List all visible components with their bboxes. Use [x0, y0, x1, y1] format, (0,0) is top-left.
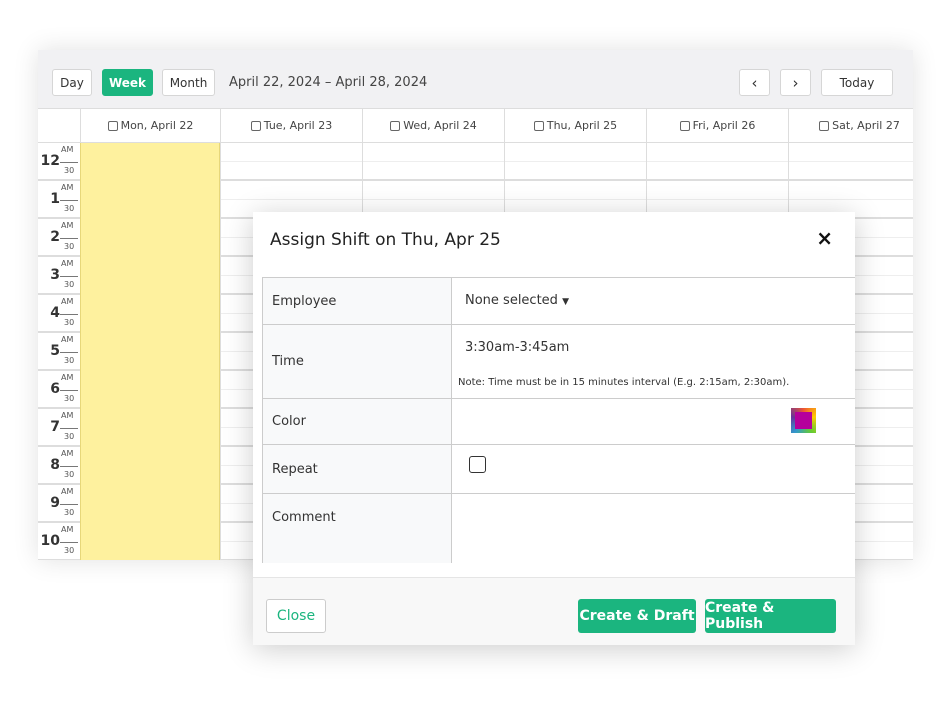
hour-label: 2: [50, 229, 60, 245]
employee-value: None selected: [465, 293, 558, 308]
day-label: Sat, April 27: [832, 119, 900, 132]
column-divider: [220, 143, 221, 560]
create-publish-button[interactable]: Create & Publish: [705, 599, 836, 633]
hour-label: 4: [50, 305, 60, 321]
hour-label: 1: [50, 191, 60, 207]
tick: [60, 390, 78, 391]
hour-label: 9: [50, 495, 60, 511]
comment-label: Comment: [262, 494, 452, 563]
tick: [60, 238, 78, 239]
hour-label: 8: [50, 457, 60, 473]
repeat-row: Repeat: [262, 445, 855, 494]
hour-label: 10: [40, 533, 60, 549]
time-input[interactable]: 3:30am-3:45am: [465, 340, 569, 355]
close-icon[interactable]: ×: [816, 226, 833, 250]
am-label: AM: [61, 525, 74, 534]
hour-label: 12: [40, 153, 60, 169]
modal-title: Assign Shift on Thu, Apr 25: [270, 230, 501, 250]
close-button[interactable]: Close: [266, 599, 326, 633]
half-label: 30: [64, 394, 75, 403]
comment-input[interactable]: [452, 494, 855, 563]
day-column-header[interactable]: Thu, April 25: [504, 109, 646, 142]
am-label: AM: [61, 145, 74, 154]
day-column-header[interactable]: Sat, April 27: [788, 109, 913, 142]
employee-label: Employee: [262, 278, 452, 324]
tick: [60, 162, 78, 163]
day-column-header[interactable]: Mon, April 22: [80, 109, 220, 142]
month-view-button[interactable]: Month: [162, 69, 215, 96]
day-column-header[interactable]: Fri, April 26: [646, 109, 788, 142]
color-row: Color: [262, 399, 855, 445]
tick: [60, 542, 78, 543]
half-label: 30: [64, 280, 75, 289]
half-label: 30: [64, 470, 75, 479]
am-label: AM: [61, 259, 74, 268]
am-label: AM: [61, 411, 74, 420]
day-label: Tue, April 23: [263, 119, 333, 132]
day-checkbox[interactable]: [679, 120, 690, 131]
today-button[interactable]: Today: [821, 69, 893, 96]
next-button[interactable]: ›: [780, 69, 811, 96]
day-checkbox[interactable]: [533, 120, 544, 131]
hour-label: 3: [50, 267, 60, 283]
day-label: Fri, April 26: [692, 119, 756, 132]
half-label: 30: [64, 318, 75, 327]
day-header-row: Mon, April 22 Tue, April 23 Wed, April 24 T…: [38, 109, 913, 143]
day-checkbox[interactable]: [819, 120, 830, 131]
time-row: Time 3:30am-3:45am Note: Time must be in…: [262, 325, 855, 399]
am-label: AM: [61, 297, 74, 306]
tick: [60, 200, 78, 201]
time-label: Time: [262, 325, 452, 398]
am-label: AM: [61, 487, 74, 496]
day-view-button[interactable]: Day: [52, 69, 92, 96]
hour-label: 6: [50, 381, 60, 397]
tick: [60, 504, 78, 505]
comment-row: Comment: [262, 494, 855, 563]
highlighted-day-column[interactable]: [80, 143, 220, 560]
half-label: 30: [64, 166, 75, 175]
color-picker[interactable]: [791, 408, 816, 433]
day-label: Mon, April 22: [120, 119, 194, 132]
time-note: Note: Time must be in 15 minutes interva…: [458, 377, 790, 388]
assign-shift-modal: Assign Shift on Thu, Apr 25 × Employee N…: [253, 212, 855, 645]
tick: [60, 352, 78, 353]
employee-row: Employee None selected ▼: [262, 278, 855, 325]
date-range: April 22, 2024 – April 28, 2024: [229, 75, 428, 90]
employee-dropdown[interactable]: None selected ▼: [465, 293, 569, 308]
day-checkbox[interactable]: [250, 120, 261, 131]
week-view-button[interactable]: Week: [102, 69, 153, 96]
day-checkbox[interactable]: [390, 120, 401, 131]
repeat-checkbox[interactable]: [469, 456, 486, 473]
shift-form: Employee None selected ▼ Time 3:30am-3:4…: [262, 277, 855, 563]
tick: [60, 428, 78, 429]
create-draft-button[interactable]: Create & Draft: [578, 599, 696, 633]
am-label: AM: [61, 221, 74, 230]
half-label: 30: [64, 204, 75, 213]
hour-label: 7: [50, 419, 60, 435]
day-column-header[interactable]: Tue, April 23: [220, 109, 362, 142]
hour-label: 5: [50, 343, 60, 359]
day-checkbox[interactable]: [107, 120, 118, 131]
tick: [60, 314, 78, 315]
day-label: Wed, April 24: [403, 119, 477, 132]
day-label: Thu, April 25: [546, 119, 618, 132]
half-label: 30: [64, 432, 75, 441]
am-label: AM: [61, 449, 74, 458]
half-label: 30: [64, 508, 75, 517]
modal-footer: Close Create & Draft Create & Publish: [253, 577, 855, 645]
day-column-header[interactable]: Wed, April 24: [362, 109, 504, 142]
caret-down-icon: ▼: [562, 297, 569, 307]
half-label: 30: [64, 242, 75, 251]
half-label: 30: [64, 546, 75, 555]
half-label: 30: [64, 356, 75, 365]
tick: [60, 466, 78, 467]
am-label: AM: [61, 183, 74, 192]
am-label: AM: [61, 373, 74, 382]
tick: [60, 276, 78, 277]
prev-button[interactable]: ‹: [739, 69, 770, 96]
am-label: AM: [61, 335, 74, 344]
color-label: Color: [262, 399, 452, 444]
repeat-label: Repeat: [262, 445, 452, 493]
calendar-toolbar: Day Week Month April 22, 2024 – April 28…: [38, 50, 913, 109]
